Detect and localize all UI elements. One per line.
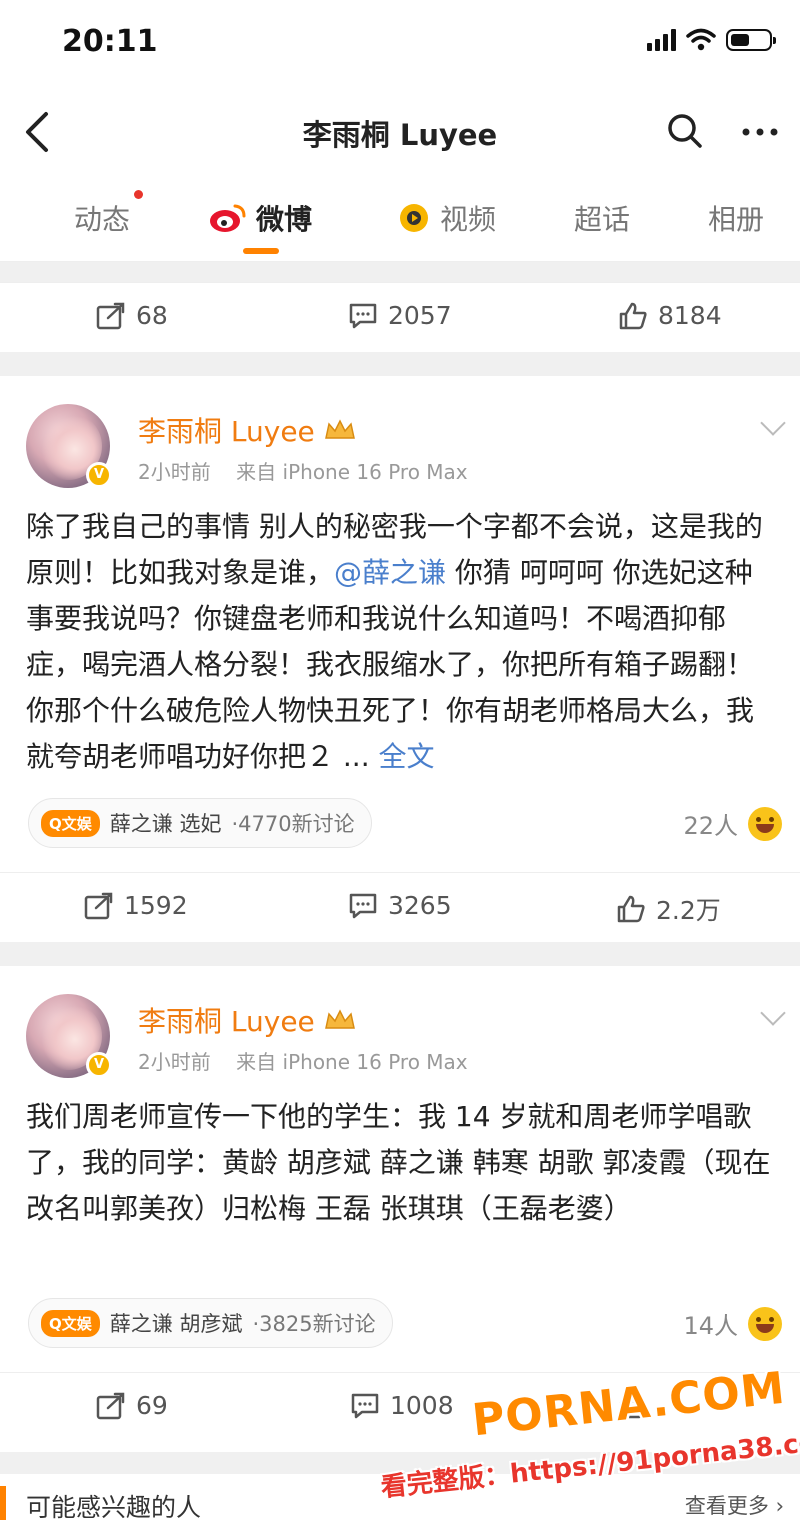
comment-icon xyxy=(349,303,377,328)
repost-count: 1592 xyxy=(124,891,188,920)
notification-dot xyxy=(134,190,143,199)
comment-button[interactable]: 2057 xyxy=(348,301,452,330)
comment-icon xyxy=(351,1393,379,1418)
video-icon xyxy=(400,204,428,232)
repost-count: 69 xyxy=(136,1391,168,1420)
reactors[interactable]: 22人 xyxy=(683,806,782,841)
post-source: 来自 iPhone 16 Pro Max xyxy=(236,1050,468,1074)
post-meta: 2小时前 来自 iPhone 16 Pro Max xyxy=(138,1046,468,1075)
crown-icon xyxy=(324,1009,355,1029)
comment-count: 2057 xyxy=(388,301,452,330)
status-time: 20:11 xyxy=(62,24,158,59)
post-source: 来自 iPhone 16 Pro Max xyxy=(236,460,468,484)
post-actions: 1592 3265 2.2万 xyxy=(0,872,800,942)
chevron-right-icon: › xyxy=(775,1494,784,1518)
active-tab-indicator xyxy=(243,248,279,254)
crown-icon xyxy=(324,419,355,439)
laugh-emoji-icon xyxy=(748,1306,782,1341)
repost-icon xyxy=(96,302,125,329)
author-name-text: 李雨桐 Luyee xyxy=(138,1005,315,1038)
reactor-count: 22人 xyxy=(683,812,738,840)
full-text-link[interactable]: 全文 xyxy=(379,740,435,773)
chevron-down-icon[interactable] xyxy=(760,410,786,436)
reactor-count: 14人 xyxy=(683,1312,738,1340)
weibo-icon xyxy=(210,204,246,232)
laugh-emoji-icon xyxy=(748,806,782,841)
profile-tabs: 动态 微博 视频 超话 相册 xyxy=(0,172,800,262)
reactors[interactable]: 14人 xyxy=(683,1306,782,1341)
tab-label: 微博 xyxy=(256,203,313,236)
tab-label: 视频 xyxy=(440,203,497,236)
repost-button[interactable]: 69 xyxy=(96,1391,168,1420)
topic-tag: Q文娱 xyxy=(41,1309,100,1337)
comment-button[interactable]: 1008 xyxy=(350,1391,454,1420)
post-time: 2小时前 xyxy=(138,460,211,484)
repost-count: 68 xyxy=(136,301,168,330)
post-time: 2小时前 xyxy=(138,1050,211,1074)
topic-tag: Q文娱 xyxy=(41,809,100,837)
post-actions: 69 1008 xyxy=(0,1372,800,1442)
tab-label: 超话 xyxy=(574,203,631,236)
like-icon xyxy=(619,1391,647,1419)
like-count: 2.2万 xyxy=(656,896,721,925)
post-actions: 68 2057 8184 xyxy=(0,282,800,352)
chevron-down-icon[interactable] xyxy=(760,1000,786,1026)
post-card: V 李雨桐 Luyee 2小时前 来自 iPhone 16 Pro Max 我们… xyxy=(0,966,800,1452)
author-name[interactable]: 李雨桐 Luyee xyxy=(138,410,357,450)
repost-icon xyxy=(96,1392,125,1419)
status-icons xyxy=(647,28,776,52)
topic-name: 薛之谦 选妃 xyxy=(109,812,222,836)
like-icon xyxy=(619,302,647,329)
suggested-people-section: 可能感兴趣的人 查看更多 › xyxy=(0,1474,800,1534)
signal-icon xyxy=(647,29,676,51)
see-more-label: 查看更多 xyxy=(684,1494,769,1518)
comment-icon xyxy=(349,893,377,918)
repost-icon xyxy=(84,892,113,919)
comment-count: 3265 xyxy=(388,891,452,920)
like-button[interactable]: 8184 xyxy=(618,301,722,330)
like-button[interactable]: 2.2万 xyxy=(616,891,721,927)
section-title: 可能感兴趣的人 xyxy=(26,1493,202,1522)
post-text: 除了我自己的事情 别人的秘密我一个字都不会说，这是我的原则！比如我对象是谁，@薛… xyxy=(26,504,776,780)
author-name-text: 李雨桐 Luyee xyxy=(138,415,315,448)
post-card: V 李雨桐 Luyee 2小时前 来自 iPhone 16 Pro Max 除了… xyxy=(0,376,800,942)
see-more-link[interactable]: 查看更多 › xyxy=(685,1490,784,1520)
tab-video[interactable]: 视频 xyxy=(396,198,496,238)
topic-count: ·3825新讨论 xyxy=(252,1312,376,1336)
like-icon xyxy=(617,895,645,923)
battery-icon xyxy=(726,29,776,51)
nav-bar: 李雨桐 Luyee xyxy=(0,90,800,172)
tab-dynamic[interactable]: 动态 xyxy=(74,198,130,238)
repost-button[interactable]: 68 xyxy=(96,301,168,330)
more-icon[interactable] xyxy=(740,112,780,152)
verified-badge-icon: V xyxy=(86,462,112,488)
tab-weibo[interactable]: 微博 xyxy=(208,198,312,238)
search-icon[interactable] xyxy=(666,112,704,150)
tab-label: 动态 xyxy=(74,203,131,236)
topic-chip[interactable]: Q文娱 薛之谦 胡彦斌 ·3825新讨论 xyxy=(28,1298,393,1348)
post-text: 我们周老师宣传一下他的学生：我 14 岁就和周老师学唱歌了，我的同学：黄龄 胡彦… xyxy=(26,1100,771,1225)
tab-album[interactable]: 相册 xyxy=(708,198,764,238)
topic-name: 薛之谦 胡彦斌 xyxy=(109,1312,243,1336)
wifi-icon xyxy=(686,28,716,51)
repost-button[interactable]: 1592 xyxy=(84,891,188,920)
topic-count: ·4770新讨论 xyxy=(231,812,355,836)
post-meta: 2小时前 来自 iPhone 16 Pro Max xyxy=(138,456,468,485)
tab-label: 相册 xyxy=(708,203,765,236)
mention-link[interactable]: @薛之谦 xyxy=(334,556,446,589)
tab-supertopic[interactable]: 超话 xyxy=(574,198,630,238)
verified-badge-icon: V xyxy=(86,1052,112,1078)
comment-button[interactable]: 3265 xyxy=(348,891,452,920)
author-name[interactable]: 李雨桐 Luyee xyxy=(138,1000,357,1040)
section-accent-bar xyxy=(0,1486,6,1520)
topic-chip[interactable]: Q文娱 薛之谦 选妃 ·4770新讨论 xyxy=(28,798,372,848)
status-bar: 20:11 xyxy=(0,0,800,90)
like-button[interactable] xyxy=(618,1391,648,1419)
like-count: 8184 xyxy=(658,301,722,330)
comment-count: 1008 xyxy=(390,1391,454,1420)
